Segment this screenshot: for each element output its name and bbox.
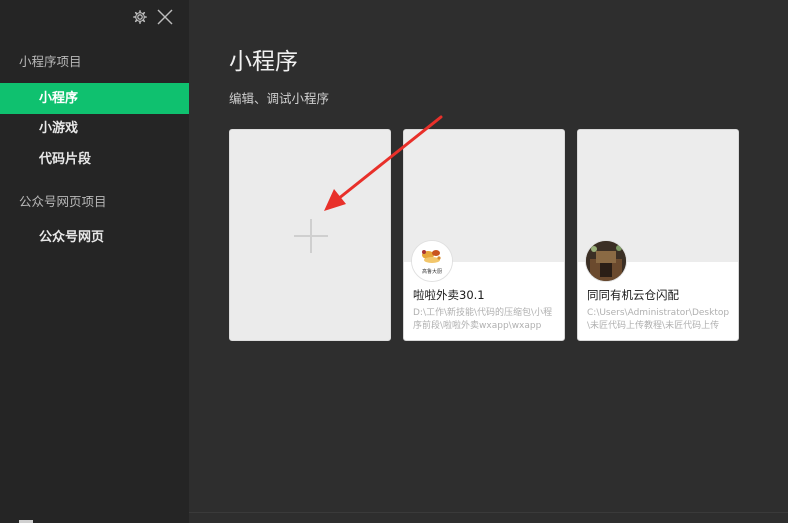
project-name: 啦啦外卖30.1 [413, 288, 485, 302]
sidebar-item-miniprogram[interactable]: 小程序 [0, 83, 189, 114]
main-panel: 小程序 编辑、调试小程序 高鲁大厨 啦啦外卖30.1 D:\工作\新技能\代码的… [189, 0, 788, 523]
close-icon[interactable] [156, 8, 174, 26]
section-title-miniprogram: 小程序项目 [19, 54, 82, 69]
sidebar-item-code-snippet[interactable]: 代码片段 [0, 144, 189, 175]
app-window: 小程序项目 小程序 小游戏 代码片段 公众号网页项目 公众号网页 小程序 编辑、… [0, 0, 788, 523]
project-avatar: 高鲁大厨 [411, 240, 453, 282]
plus-icon [294, 219, 328, 253]
page-title: 小程序 [229, 49, 298, 75]
sidebar: 小程序项目 小程序 小游戏 代码片段 公众号网页项目 公众号网页 [0, 0, 189, 523]
project-path: D:\工作\新技能\代码的压缩包\小程序前段\啦啦外卖wxapp\wxapp [413, 308, 553, 331]
project-avatar [585, 240, 627, 282]
new-project-card[interactable] [229, 129, 391, 341]
sidebar-toolbar [132, 8, 174, 26]
project-card[interactable]: 高鲁大厨 啦啦外卖30.1 D:\工作\新技能\代码的压缩包\小程序前段\啦啦外… [403, 129, 565, 341]
bottom-divider [189, 512, 788, 513]
project-card[interactable]: 同同有机云仓闪配 C:\Users\Administrator\Desktop\… [577, 129, 739, 341]
project-name: 同同有机云仓闪配 [587, 288, 679, 302]
page-subtitle: 编辑、调试小程序 [229, 91, 330, 106]
avatar-text: 高鲁大厨 [421, 269, 442, 275]
section-title-official-account: 公众号网页项目 [19, 194, 107, 209]
project-path: C:\Users\Administrator\Desktop\未匠代码上传教程\… [587, 308, 730, 331]
sidebar-item-minigame[interactable]: 小游戏 [0, 113, 189, 144]
gear-icon[interactable] [132, 9, 148, 25]
sidebar-item-official-account-web[interactable]: 公众号网页 [0, 222, 189, 253]
